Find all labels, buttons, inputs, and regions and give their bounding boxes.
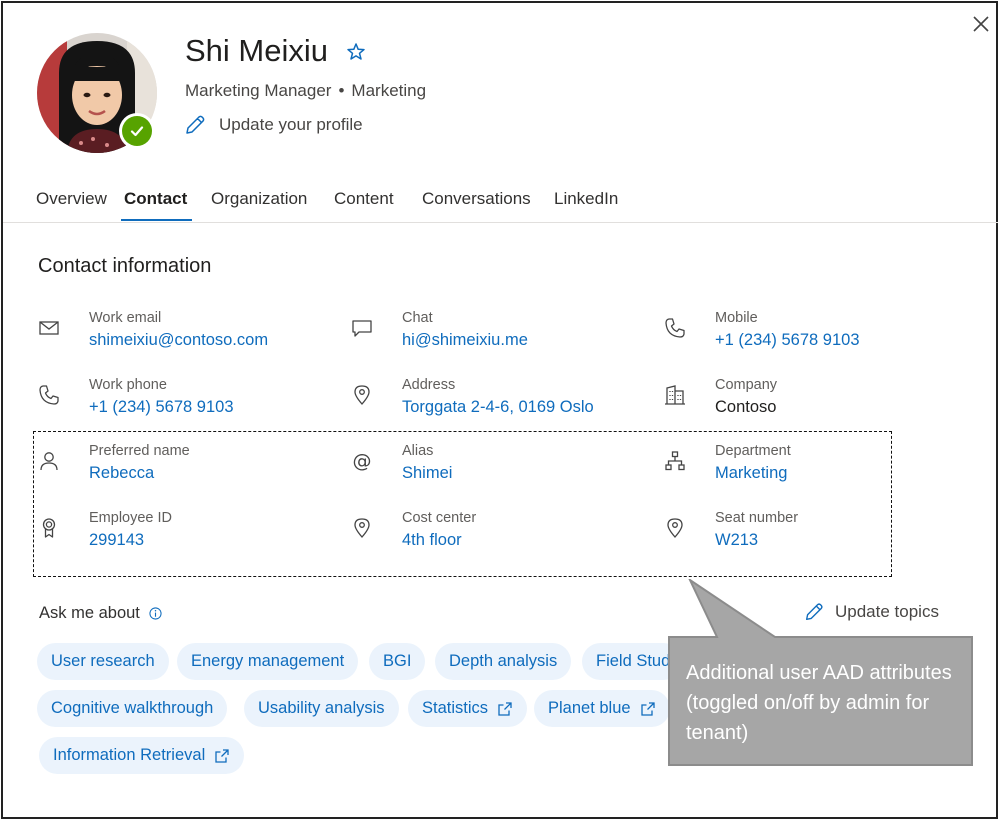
topic-pill[interactable]: User research: [37, 643, 169, 680]
field-mobile: Mobile +1 (234) 5678 9103: [663, 310, 953, 362]
field-value-link[interactable]: shimeixiu@contoso.com: [89, 331, 268, 350]
topic-label: Planet blue: [548, 699, 631, 717]
tab-organization[interactable]: Organization: [211, 189, 307, 209]
close-icon[interactable]: [969, 12, 993, 36]
phone-icon: [665, 318, 685, 338]
favorite-star-icon[interactable]: [346, 42, 366, 62]
field-work-phone: Work phone +1 (234) 5678 9103: [37, 377, 327, 429]
topic-label: Usability analysis: [258, 699, 385, 717]
topic-pill[interactable]: Depth analysis: [435, 643, 572, 680]
topic-label: Statistics: [422, 699, 489, 717]
chat-icon: [352, 320, 372, 337]
field-chat: Chat hi@shimeixiu.me: [350, 310, 640, 362]
field-value-link[interactable]: hi@shimeixiu.me: [402, 331, 528, 350]
mail-icon: [39, 321, 59, 335]
job-title: Marketing Manager: [185, 81, 332, 100]
field-label: Address: [402, 377, 456, 393]
field-value: Contoso: [715, 398, 777, 416]
callout-text: Additional user AAD attributes (toggled …: [686, 662, 952, 744]
field-work-email: Work email shimeixiu@contoso.com: [37, 310, 327, 362]
topic-pill[interactable]: Energy management: [177, 643, 359, 680]
tab-linkedin[interactable]: LinkedIn: [554, 189, 618, 209]
external-link-icon: [498, 701, 512, 716]
profile-card: Shi Meixiu Marketing Manager • Marketing U…: [1, 1, 998, 819]
separator: •: [338, 81, 345, 100]
update-profile-label: Update your profile: [219, 115, 363, 134]
available-status-icon: [122, 116, 152, 146]
building-icon: [665, 385, 685, 405]
tab-overview[interactable]: Overview: [36, 189, 107, 209]
topic-pill[interactable]: Planet blue: [534, 690, 670, 727]
topic-label: Cognitive walkthrough: [51, 699, 214, 717]
topic-label: Field Stud: [596, 652, 671, 670]
tab-contact[interactable]: Contact: [124, 189, 187, 209]
profile-name: Shi Meixiu: [185, 33, 328, 68]
topic-label: Depth analysis: [449, 652, 558, 670]
topic-pill[interactable]: Information Retrieval: [39, 737, 245, 774]
field-label: Work phone: [89, 377, 167, 393]
aad-attributes-highlight: [33, 431, 892, 577]
profile-subtitle: Marketing Manager • Marketing: [185, 81, 426, 101]
field-value-link[interactable]: +1 (234) 5678 9103: [89, 398, 234, 417]
topic-pill[interactable]: Usability analysis: [244, 690, 399, 727]
presence-badge: [119, 113, 155, 149]
topic-label: User research: [51, 652, 155, 670]
active-tab-indicator: [121, 219, 192, 221]
topic-label: Information Retrieval: [53, 746, 206, 764]
external-link-icon: [640, 701, 655, 716]
ask-me-about-header: Ask me about: [39, 604, 162, 623]
phone-icon: [39, 385, 59, 405]
update-profile-link[interactable]: Update your profile: [183, 113, 363, 137]
tab-conversations[interactable]: Conversations: [422, 189, 531, 209]
field-label: Work email: [89, 310, 162, 326]
field-address: Address Torggata 2-4-6, 0169 Oslo: [350, 377, 640, 429]
topic-pill[interactable]: Field Stud: [582, 643, 682, 680]
field-label: Chat: [402, 310, 433, 326]
topic-label: Energy management: [191, 652, 345, 670]
contact-section-title: Contact information: [38, 255, 212, 277]
tab-bar: Overview Contact Organization Content Co…: [3, 179, 998, 223]
external-link-icon: [215, 748, 229, 763]
topic-label: BGI: [383, 652, 412, 670]
topic-pill[interactable]: BGI: [369, 643, 426, 680]
field-label: Mobile: [715, 310, 758, 326]
field-value-link[interactable]: Torggata 2-4-6, 0169 Oslo: [402, 398, 594, 417]
field-value-link[interactable]: +1 (234) 5678 9103: [715, 331, 860, 350]
info-icon[interactable]: [149, 607, 162, 620]
location-icon: [354, 385, 370, 405]
field-label: Company: [715, 377, 778, 393]
field-company: Company Contoso: [663, 377, 953, 429]
pencil-icon: [186, 115, 205, 134]
ask-me-about-title: Ask me about: [39, 604, 140, 622]
topic-pill[interactable]: Statistics: [408, 690, 528, 727]
tab-content[interactable]: Content: [334, 189, 394, 209]
topic-pill[interactable]: Cognitive walkthrough: [37, 690, 228, 727]
profile-department: Marketing: [351, 81, 427, 100]
